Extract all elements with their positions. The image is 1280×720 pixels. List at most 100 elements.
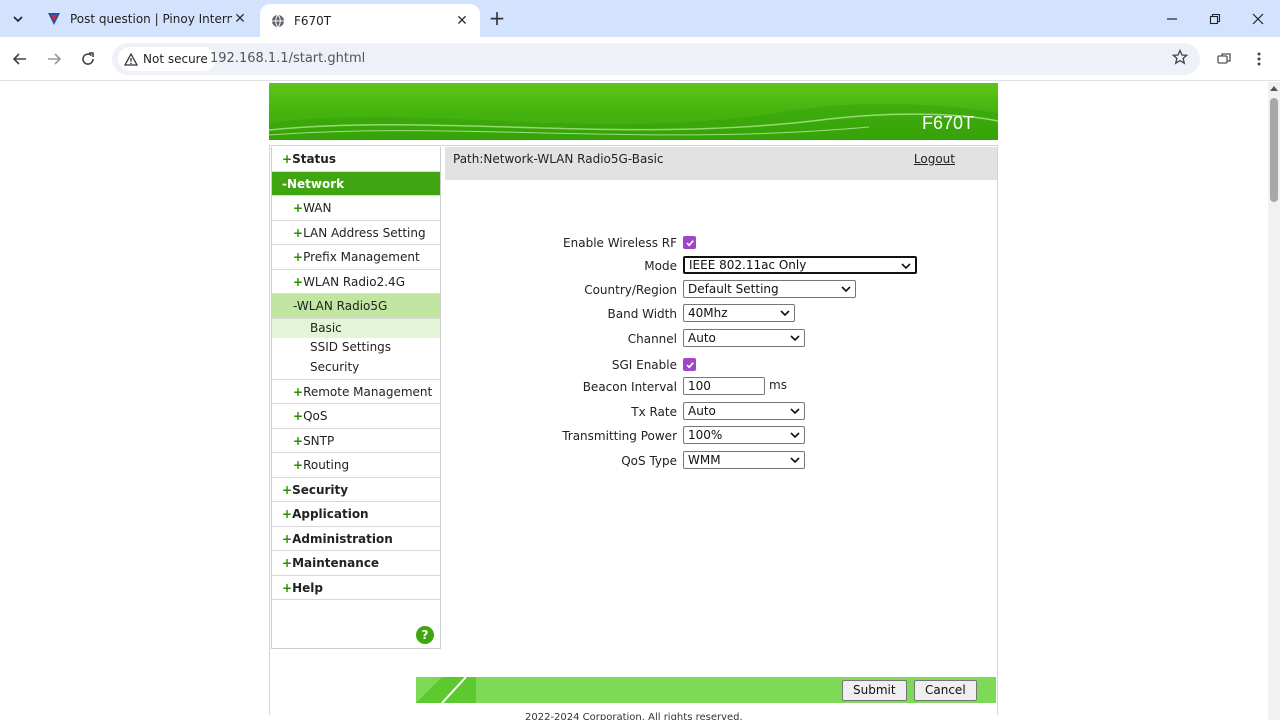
- chevron-down-icon: [13, 16, 23, 23]
- menu-wan[interactable]: +WAN: [272, 196, 440, 221]
- menu-label: Application: [292, 507, 369, 521]
- row-transmitting-power: Transmitting Power 100%: [445, 426, 997, 448]
- scroll-up-arrow-icon[interactable]: [1270, 86, 1278, 91]
- menu-ssid-settings[interactable]: SSID Settings: [272, 338, 440, 358]
- close-window-button[interactable]: [1236, 0, 1280, 37]
- minimize-window-button[interactable]: [1150, 0, 1194, 37]
- menu-prefix-management[interactable]: +Prefix Management: [272, 245, 440, 270]
- expand-plus-icon: +: [293, 225, 304, 240]
- select-value: Auto: [688, 404, 716, 418]
- row-band-width: Band Width 40Mhz: [445, 304, 997, 326]
- select-value: WMM: [688, 453, 721, 467]
- menu-security[interactable]: +Security: [272, 478, 440, 502]
- menu-label: SNTP: [303, 433, 335, 448]
- menu-help[interactable]: +Help: [272, 576, 440, 600]
- menu-label: Security: [292, 482, 349, 497]
- reload-button[interactable]: [76, 47, 100, 71]
- tab-f670t[interactable]: F670T ✕: [260, 4, 480, 37]
- chevron-down-icon: [790, 457, 800, 464]
- close-icon: [1252, 13, 1264, 24]
- field-label: Enable Wireless RF: [563, 236, 677, 250]
- submit-button[interactable]: Submit: [842, 680, 907, 701]
- select-value: IEEE 802.11ac Only: [689, 258, 807, 272]
- restore-icon: [1209, 13, 1221, 24]
- expand-plus-icon: +: [282, 152, 293, 166]
- menu-basic[interactable]: Basic: [272, 318, 440, 338]
- tab-search-button[interactable]: [6, 7, 30, 31]
- band-width-select[interactable]: 40Mhz: [683, 304, 795, 322]
- tab-title: F670T: [294, 13, 332, 28]
- menu-qos[interactable]: +QoS: [272, 404, 440, 429]
- menu-status[interactable]: +Status: [272, 147, 440, 172]
- expand-plus-icon: +: [293, 458, 304, 472]
- logout-link[interactable]: Logout: [914, 152, 955, 166]
- row-enable-wireless-rf: Enable Wireless RF: [445, 233, 997, 255]
- tab-pinoy-internet[interactable]: Post question | Pinoy Internet a ✕: [36, 0, 258, 37]
- qos-type-select[interactable]: WMM: [683, 451, 805, 469]
- mode-select[interactable]: IEEE 802.11ac Only: [683, 256, 917, 274]
- menu-remote-management[interactable]: +Remote Management: [272, 380, 440, 404]
- tx-rate-select[interactable]: Auto: [683, 402, 805, 420]
- row-country-region: Country/Region Default Setting: [445, 280, 997, 302]
- router-page: F670T +Status -Network +WAN +LAN Address…: [0, 82, 1268, 720]
- menu-label: WAN: [303, 201, 332, 215]
- menu-maintenance[interactable]: +Maintenance: [272, 551, 440, 576]
- menu-network[interactable]: -Network: [272, 171, 440, 196]
- back-button[interactable]: [8, 47, 32, 71]
- bookmark-star-icon[interactable]: [1171, 48, 1189, 68]
- security-label: Not secure: [143, 52, 208, 66]
- menu-sntp[interactable]: +SNTP: [272, 429, 440, 453]
- check-icon: [685, 239, 694, 246]
- country-region-select[interactable]: Default Setting: [683, 280, 856, 298]
- menu-administration[interactable]: +Administration: [272, 527, 440, 551]
- field-label: QoS Type: [621, 454, 677, 468]
- menu-label: Network: [286, 176, 345, 191]
- tab-title: Post question | Pinoy Internet a: [70, 11, 232, 26]
- check-icon: [685, 361, 694, 368]
- browser-menu-button[interactable]: [1247, 47, 1271, 71]
- cancel-button[interactable]: Cancel: [914, 680, 977, 701]
- menu-routing[interactable]: +Routing: [272, 453, 440, 478]
- select-value: 100%: [688, 428, 723, 442]
- transmitting-power-select[interactable]: 100%: [683, 426, 805, 444]
- browser-tab-strip: Post question | Pinoy Internet a ✕ F670T…: [0, 0, 1280, 37]
- menu-application[interactable]: +Application: [272, 502, 440, 527]
- chevron-down-icon: [790, 335, 800, 342]
- menu-wlan-radio5g[interactable]: -WLAN Radio5G: [272, 294, 440, 319]
- close-tab-icon[interactable]: ✕: [232, 11, 248, 27]
- menu-wlan-security[interactable]: Security: [272, 358, 440, 380]
- new-tab-button[interactable]: +: [486, 8, 508, 30]
- menu-lan-address-setting[interactable]: +LAN Address Setting: [272, 221, 440, 245]
- browser-toolbar: Not secure 192.168.1.1/start.ghtml: [0, 37, 1280, 81]
- arrow-left-icon: [12, 53, 26, 65]
- scroll-thumb[interactable]: [1270, 98, 1278, 202]
- close-tab-icon[interactable]: ✕: [454, 13, 470, 29]
- expand-plus-icon: +: [293, 250, 304, 264]
- menu-wlan-radio24g[interactable]: +WLAN Radio2.4G: [272, 270, 440, 294]
- channel-select[interactable]: Auto: [683, 329, 805, 347]
- select-value: Default Setting: [688, 282, 779, 296]
- forward-button[interactable]: [42, 47, 66, 71]
- extensions-button[interactable]: [1213, 47, 1237, 71]
- expand-plus-icon: +: [282, 482, 293, 497]
- sgi-enable-checkbox[interactable]: [683, 358, 696, 371]
- chevron-down-icon: [841, 286, 851, 293]
- menu-label: Help: [292, 580, 323, 595]
- device-model: F670T: [921, 113, 974, 133]
- url-text[interactable]: 192.168.1.1/start.ghtml: [210, 51, 365, 66]
- expand-plus-icon: +: [293, 384, 304, 399]
- chevron-down-icon: [780, 310, 790, 317]
- warning-icon: [124, 52, 138, 66]
- enable-wireless-rf-checkbox[interactable]: [683, 236, 696, 249]
- row-mode: Mode IEEE 802.11ac Only: [445, 256, 997, 278]
- reload-icon: [82, 52, 94, 65]
- chevron-down-icon: [901, 263, 911, 270]
- security-chip[interactable]: Not secure: [118, 47, 216, 71]
- field-label: Beacon Interval: [582, 380, 677, 394]
- restore-window-button[interactable]: [1193, 0, 1237, 37]
- menu-label: Status: [292, 152, 336, 166]
- page-scrollbar[interactable]: [1268, 82, 1280, 720]
- address-bar[interactable]: Not secure 192.168.1.1/start.ghtml: [112, 43, 1200, 75]
- help-question-icon[interactable]: ?: [416, 626, 434, 644]
- beacon-interval-input[interactable]: 100: [683, 377, 765, 395]
